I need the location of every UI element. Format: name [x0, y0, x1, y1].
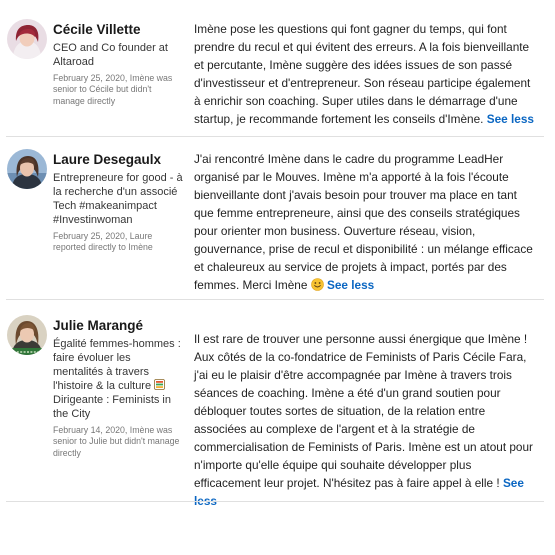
recommender-info: Laure Desegaulx Entrepreneure for good -…: [53, 151, 183, 254]
divider: [6, 136, 544, 137]
recommendation-meta: February 25, 2020, Laure reported direct…: [53, 231, 153, 253]
recommender-name[interactable]: Laure Desegaulx: [53, 151, 183, 169]
smiling-face-icon: [310, 278, 324, 291]
divider: [6, 501, 544, 502]
recommendation-meta: February 25, 2020, Imène was senior to C…: [53, 73, 173, 106]
recommender-name[interactable]: Julie Marangé: [53, 317, 183, 335]
recommendation-text: J'ai rencontré Imène dans le cadre du pr…: [194, 150, 539, 294]
avatar[interactable]: [7, 19, 47, 59]
grid-badge-icon: [154, 379, 166, 390]
recommendation-text-content: Il est rare de trouver une personne auss…: [194, 332, 533, 490]
see-less-link[interactable]: See less: [327, 278, 374, 292]
avatar[interactable]: [7, 149, 47, 189]
avatar[interactable]: [7, 315, 47, 355]
headline-part-2: Dirigeante : Feminists in the City: [53, 394, 171, 420]
recommender-headline: Égalité femmes-hommes : faire évoluer le…: [53, 337, 183, 421]
recommender-info: Julie Marangé Égalité femmes-hommes : fa…: [53, 317, 183, 459]
recommendation-text-content: J'ai rencontré Imène dans le cadre du pr…: [194, 152, 533, 292]
recommender-headline: Entrepreneure for good - à la recherche …: [53, 172, 183, 226]
recommender-headline: CEO and Co founder at Altaroad: [53, 42, 168, 68]
recommendation-text: Imène pose les questions qui font gagner…: [194, 20, 539, 128]
divider: [6, 299, 544, 300]
recommendation-meta: February 14, 2020, Imène was senior to J…: [53, 425, 180, 458]
recommender-info: Cécile Villette CEO and Co founder at Al…: [53, 21, 183, 107]
recommendation-text: Il est rare de trouver une personne auss…: [194, 330, 539, 510]
recommendation-text-content: Imène pose les questions qui font gagner…: [194, 22, 531, 126]
recommender-name[interactable]: Cécile Villette: [53, 21, 183, 39]
see-less-link[interactable]: See less: [487, 112, 534, 126]
